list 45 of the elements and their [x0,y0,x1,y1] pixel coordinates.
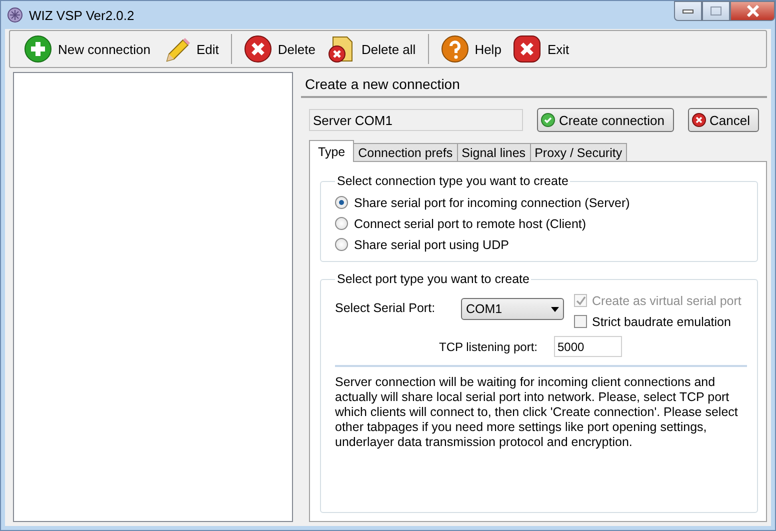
radio-label[interactable]: Share serial port using UDP [354,238,509,252]
radio-button[interactable] [335,238,348,251]
field-label: TCP listening port: [439,340,538,354]
toolbar-button[interactable]: New connection [20,33,154,65]
maximize-icon [710,6,722,16]
cancel-button[interactable]: Cancel [688,108,759,132]
close-icon [746,5,760,17]
dropdown-arrow-icon [551,306,559,312]
radio-label[interactable]: Connect serial port to remote host (Client) [354,216,586,230]
tcp-port-field[interactable]: 5000 [554,336,622,357]
checkbox-label[interactable]: Strict baudrate emulation [592,314,731,328]
maximize-button[interactable] [702,1,730,21]
group-title: Select connection type you want to create [336,174,570,188]
radio-button[interactable] [335,196,348,209]
close-button[interactable] [730,1,775,21]
serial-port-dropdown[interactable]: COM1 [461,298,564,320]
radio-label[interactable]: Share serial port for incoming connection (Server) [354,196,630,210]
tab[interactable]: Connection prefs [353,143,458,162]
exit-icon [513,35,542,63]
description-text: Server connection will be waiting for incoming client connections and actually will share local serial port into network. Please, select TCP port which clients will connect to, then click 'Create connection'. Please select other tabpages if you need more settings like port opening settings, underlayer data transmission protocol and encryption. [335,375,739,450]
radio-button[interactable] [335,217,348,230]
panel-title: Create a new connection [301,72,767,98]
checkbox[interactable] [574,315,587,328]
group-title: Select port type you want to create [336,272,530,286]
plus-icon [24,35,52,63]
check-icon [541,113,555,127]
name-field[interactable]: Server COM1 [309,109,523,131]
tab[interactable]: Type [309,140,354,162]
cancel-icon [692,113,706,127]
field-label: Select Serial Port: [335,300,436,317]
document-delete-icon [327,35,356,63]
toolbar-button[interactable]: Edit [158,33,223,65]
tab[interactable]: Proxy / Security [530,143,628,162]
minimize-icon [682,8,694,14]
toolbar-button[interactable]: Help [436,33,506,65]
toolbar-button[interactable]: Delete all [323,33,420,65]
delete-icon [244,35,272,63]
help-icon [440,35,469,63]
toolbar-button[interactable]: Exit [509,33,574,65]
tab[interactable]: Signal lines [456,143,531,162]
toolbar-button[interactable]: Delete [240,33,320,65]
window-title: WIZ VSP Ver2.0.2 [29,8,136,22]
minimize-button[interactable] [674,1,702,21]
app-icon [7,7,23,23]
create-connection-button[interactable]: Create connection [537,108,674,132]
